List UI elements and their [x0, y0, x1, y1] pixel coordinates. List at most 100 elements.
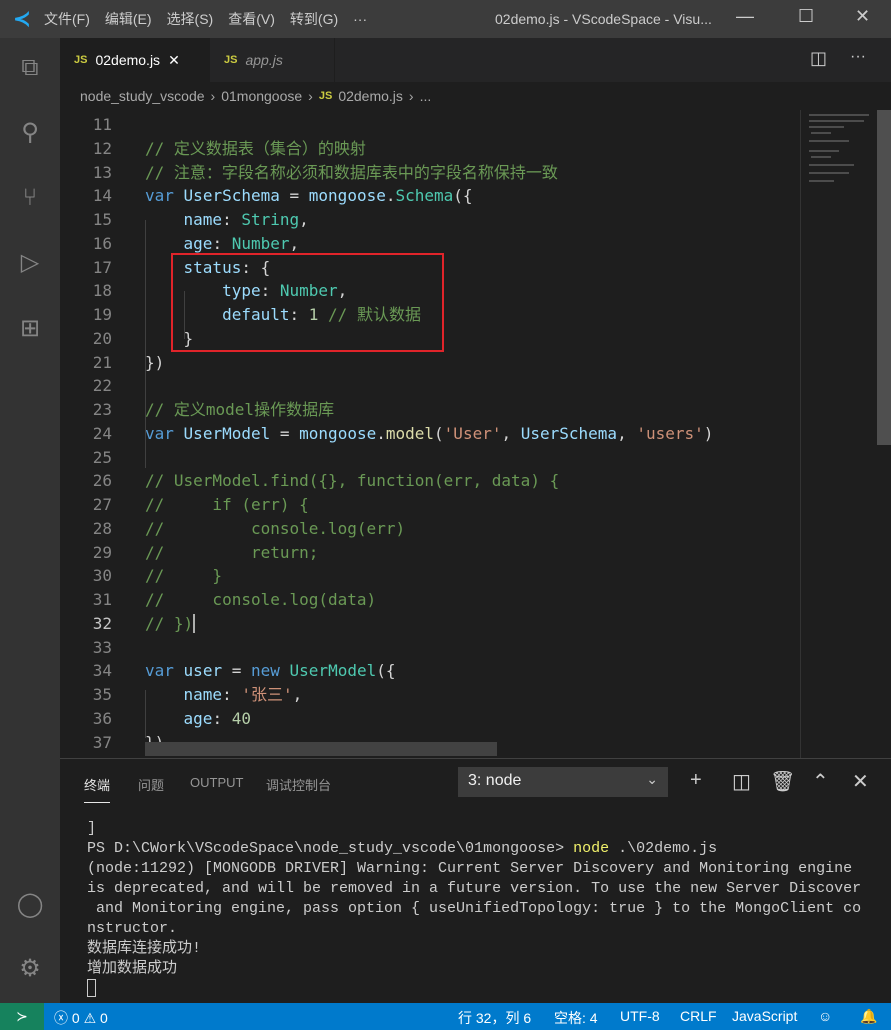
code-token: Number [231, 233, 290, 253]
line-number: 12 [92, 138, 112, 158]
line-number: 19 [92, 305, 112, 324]
menu-selection[interactable]: 选择(S) [167, 11, 214, 27]
close-panel-icon[interactable]: ✕ [852, 769, 869, 794]
line-number: 34 [92, 661, 112, 681]
vscode-logo-icon: ≺ [12, 6, 32, 31]
horizontal-scrollbar[interactable] [145, 742, 497, 756]
encoding[interactable]: UTF-8 [620, 1008, 660, 1024]
breadcrumb-folder[interactable]: node_study_vscode [80, 88, 205, 104]
close-tab-icon[interactable]: ✕ [168, 52, 180, 69]
code-line[interactable]: 12 // 定义数据表（集合）的映射 [60, 137, 800, 161]
activity-bar: ⧉ ⚲ ⑂ ▷ ⊞ ◯ ⚙ [0, 38, 60, 1003]
explorer-icon[interactable]: ⧉ [0, 44, 60, 92]
code-line[interactable]: 36 age: 40 [60, 707, 800, 731]
tab-problems[interactable]: 问题 [138, 775, 164, 794]
account-icon[interactable]: ◯ [0, 880, 60, 928]
code-line[interactable]: 22 [60, 374, 800, 398]
code-token: 40 [231, 708, 251, 728]
code-token: 'users' [636, 423, 704, 443]
split-terminal-icon[interactable]: ◫ [732, 769, 751, 794]
code-line[interactable]: 14 var UserSchema = mongoose.Schema({ [60, 184, 800, 208]
tab-02demo[interactable]: JS 02demo.js ✕ [60, 38, 210, 82]
language-mode[interactable]: JavaScript [732, 1008, 797, 1024]
code-text: // 注意：字段名称必须和数据库表中的字段名称保持一致 [145, 161, 558, 185]
scrollbar-thumb[interactable] [877, 110, 891, 445]
more-actions-icon[interactable]: ··· [850, 48, 866, 66]
feedback-icon[interactable]: ☺ [818, 1008, 832, 1024]
tab-terminal[interactable]: 终端 [84, 775, 111, 803]
menu-go[interactable]: 转到(G) [290, 11, 338, 27]
minimap[interactable] [800, 110, 878, 758]
code-line[interactable]: 15 name: String, [60, 208, 800, 232]
code-line[interactable]: 13 // 注意：字段名称必须和数据库表中的字段名称保持一致 [60, 161, 800, 185]
code-line[interactable]: 34 var user = new UserModel({ [60, 659, 800, 683]
search-icon[interactable]: ⚲ [0, 108, 60, 156]
code-line[interactable]: 26 // UserModel.find({}, function(err, da… [60, 469, 800, 493]
minimize-button[interactable]: — [736, 6, 754, 27]
code-line[interactable]: 32 // }) [60, 612, 800, 636]
vertical-scrollbar[interactable] [877, 110, 891, 758]
split-editor-icon[interactable]: ◫ [810, 48, 827, 69]
code-token: : [222, 685, 242, 704]
terminal-output[interactable]: ] PS D:\CWork\VScodeSpace\node_study_vsco… [87, 819, 861, 999]
maximize-panel-icon[interactable]: ⌃ [812, 769, 829, 794]
code-line[interactable]: 27 // if (err) { [60, 493, 800, 517]
maximize-button[interactable]: ☐ [798, 6, 814, 27]
code-line[interactable]: 31 // console.log(data) [60, 588, 800, 612]
code-line[interactable]: 29 // return; [60, 541, 800, 565]
line-number: 14 [92, 186, 112, 206]
code-token: Schema [395, 186, 454, 206]
terminal-select[interactable]: 3: node ⌄ [458, 767, 668, 797]
menu-more[interactable]: ··· [353, 11, 367, 27]
tab-output[interactable]: OUTPUT [190, 775, 243, 790]
source-control-icon[interactable]: ⑂ [0, 174, 60, 222]
status-bar: ≻ ⓧ 0 ⚠ 0 行 32，列 6 空格: 4 UTF-8 CRLF Java… [0, 1003, 891, 1030]
line-number: 23 [92, 400, 112, 419]
code-text: // return; [145, 541, 318, 565]
problems-status[interactable]: ⓧ 0 ⚠ 0 [54, 1008, 108, 1028]
tab-app[interactable]: JS app.js [210, 38, 335, 82]
indentation[interactable]: 空格: 4 [554, 1008, 598, 1028]
error-count: 0 [71, 1010, 80, 1026]
trash-icon[interactable]: 🗑 [770, 769, 795, 794]
line-ending[interactable]: CRLF [680, 1008, 717, 1024]
code-line[interactable]: 23 // 定义model操作数据库 [60, 398, 800, 422]
code-line[interactable]: 11 [60, 113, 800, 137]
code-text: }) [145, 351, 164, 375]
menu-view[interactable]: 查看(V) [228, 11, 275, 27]
new-terminal-icon[interactable]: + [690, 769, 702, 792]
menu-file[interactable]: 文件(F) [44, 11, 90, 27]
chevron-right-icon: › [210, 88, 216, 104]
run-debug-icon[interactable]: ▷ [0, 238, 60, 286]
code-text: // } [145, 564, 222, 588]
js-file-icon: JS [224, 54, 238, 66]
menu-edit[interactable]: 编辑(E) [105, 11, 152, 27]
breadcrumb-file[interactable]: 02demo.js [338, 88, 403, 104]
close-window-button[interactable]: ✕ [855, 6, 870, 27]
breadcrumb-subfolder[interactable]: 01mongoose [221, 88, 302, 104]
code-line[interactable]: 21}) [60, 351, 800, 375]
code-line[interactable]: 28 // console.log(err) [60, 517, 800, 541]
settings-gear-icon[interactable]: ⚙ [0, 944, 60, 992]
warning-count: 0 [100, 1010, 108, 1026]
code-line[interactable]: 24 var UserModel = mongoose.model('User',… [60, 422, 800, 446]
tab-debug-console[interactable]: 调试控制台 [266, 775, 331, 794]
code-token: name [183, 685, 223, 704]
cursor-position[interactable]: 行 32，列 6 [458, 1008, 531, 1028]
code-line[interactable]: 33 [60, 636, 800, 660]
code-token: ) [703, 423, 714, 443]
code-line[interactable]: 30 // } [60, 564, 800, 588]
terminal-select-value: 3: node [468, 772, 522, 789]
notifications-bell-icon[interactable]: 🔔 [860, 1008, 877, 1025]
code-line[interactable]: 35 name: '张三', [60, 683, 800, 707]
chevron-right-icon: › [408, 88, 414, 104]
extensions-icon[interactable]: ⊞ [0, 304, 60, 352]
code-token: // console.log(err) [145, 518, 406, 538]
remote-icon[interactable]: ≻ [0, 1003, 44, 1030]
breadcrumb-symbol[interactable]: ... [420, 88, 432, 104]
code-token: '张三' [241, 685, 293, 704]
line-number: 18 [92, 281, 112, 301]
code-token: : [212, 708, 232, 728]
code-editor[interactable]: 11 12 // 定义数据表（集合）的映射 13 // 注意：字段名称必须和数据库表中的… [60, 110, 891, 758]
code-line[interactable]: 25 [60, 446, 800, 470]
